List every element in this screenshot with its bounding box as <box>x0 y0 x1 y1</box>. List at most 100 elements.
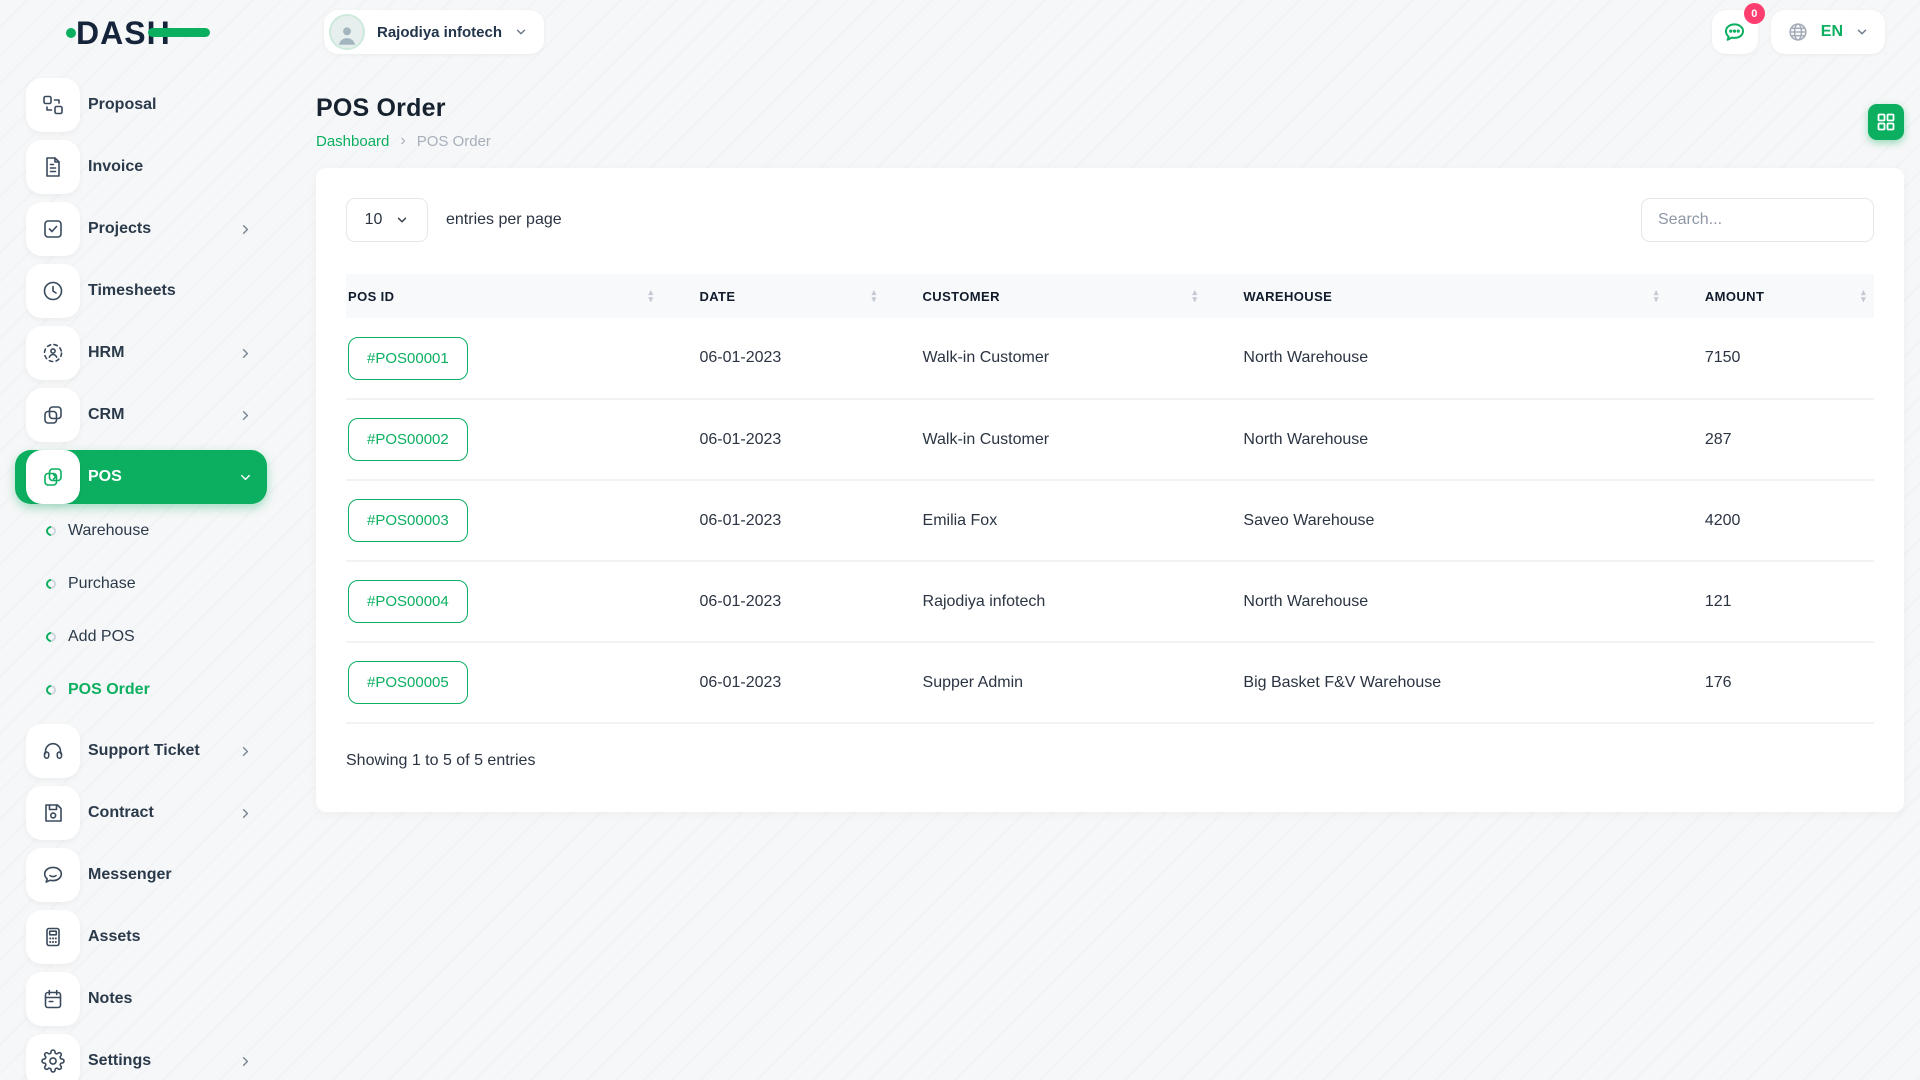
sort-icon: ▴ ▾ <box>1192 287 1198 304</box>
sidebar-subitem-warehouse[interactable]: Warehouse <box>0 504 284 557</box>
sidebar-item-label: Proposal <box>88 96 157 113</box>
pos-order-table: POS ID ▴ ▾ DATE ▴ ▾ CUSTOMER ▴ ▾ WAREHOUSE ▴ ▾ AMOUN… <box>346 274 1874 724</box>
column-header-amount[interactable]: AMOUNT ▴ ▾ <box>1702 274 1874 318</box>
cell-customer: Emilia Fox <box>920 480 1242 562</box>
sidebar-item-pos[interactable]: POS <box>15 450 267 504</box>
column-header-pos-id[interactable]: POS ID ▴ ▾ <box>346 274 698 318</box>
brand-logo[interactable]: DASH <box>0 11 284 53</box>
sidebar-item-label: Notes <box>88 990 133 1007</box>
sidebar-item-label: Contract <box>88 804 154 821</box>
pos-order-card: 10 entries per page POS ID▴▾DATE▴▾CUSTOM… <box>316 168 1904 812</box>
chevron-right-icon <box>238 806 253 821</box>
cell-date: 06-01-2023 <box>697 318 921 400</box>
search-input[interactable] <box>1641 198 1874 242</box>
sidebar-item-crm[interactable]: CRM <box>15 388 267 442</box>
entries-per-page-select[interactable]: 10 <box>346 198 428 242</box>
language-label: EN <box>1820 23 1843 40</box>
table-head: POS ID ▴ ▾ DATE ▴ ▾ CUSTOMER ▴ ▾ WAREHOUSE ▴ ▾ AMOUN… <box>346 274 1874 318</box>
chevron-right-icon <box>238 744 253 759</box>
table-body: #POS00001 06-01-2023 Walk-in Customer North… <box>346 318 1874 724</box>
messages-button[interactable]: 0 <box>1711 3 1765 54</box>
sort-icon: ▴ ▾ <box>1861 287 1866 304</box>
chat-badge: 0 <box>1743 3 1765 24</box>
cell-pos-id: #POS00005 <box>346 642 698 724</box>
chevron-right-icon <box>238 346 253 361</box>
cell-pos-id: #POS00001 <box>346 318 698 400</box>
sidebar-item-label: Settings <box>88 1052 152 1069</box>
chevron-down-icon <box>516 29 526 35</box>
sidebar-item-projects[interactable]: Projects <box>15 202 267 256</box>
hrm-icon <box>26 326 80 380</box>
sidebar-item-contract[interactable]: Contract <box>15 786 267 840</box>
invoice-icon <box>26 140 80 194</box>
chevron-right-icon <box>238 1054 253 1069</box>
cell-customer: Walk-in Customer <box>920 399 1242 481</box>
pos-id-badge[interactable]: #POS00003 <box>348 499 468 542</box>
chat-icon <box>1725 22 1745 41</box>
workspace-name: Rajodiya infotech <box>377 23 503 41</box>
sidebar-subitem-label: Warehouse <box>68 521 150 539</box>
pos-id-badge[interactable]: #POS00005 <box>348 661 468 704</box>
page-head-left: POS Order Dashboard › POS Order <box>316 94 491 150</box>
bullet-icon <box>43 682 59 697</box>
cell-amount: 176 <box>1702 642 1874 724</box>
notes-icon <box>26 972 80 1026</box>
globe-icon <box>1789 23 1807 41</box>
bullet-icon <box>43 576 59 591</box>
sidebar-item-label: HRM <box>88 344 125 361</box>
breadcrumb-dashboard-link[interactable]: Dashboard <box>316 133 389 150</box>
sidebar-item-settings[interactable]: Settings <box>15 1034 267 1080</box>
sidebar-item-label: POS <box>88 468 122 485</box>
sidebar-subitem-label: POS Order <box>68 680 150 698</box>
pos-id-badge[interactable]: #POS00004 <box>348 580 468 623</box>
sidebar-item-label: Support Ticket <box>88 742 200 759</box>
sidebar-subitem-pos-order[interactable]: POS Order <box>0 663 284 716</box>
sidebar-item-notes[interactable]: Notes <box>15 972 267 1026</box>
sidebar-item-proposal[interactable]: Proposal <box>15 78 267 132</box>
breadcrumb: Dashboard › POS Order <box>316 132 491 150</box>
table-header-row: POS ID ▴ ▾ DATE ▴ ▾ CUSTOMER ▴ ▾ WAREHOUSE ▴ ▾ AMOUN… <box>346 274 1874 318</box>
header-actions: 0 EN <box>1711 3 1885 54</box>
cell-amount: 121 <box>1702 561 1874 643</box>
column-header-date[interactable]: DATE ▴ ▾ <box>697 274 921 318</box>
bullet-icon <box>43 629 59 644</box>
sidebar-item-label: Invoice <box>88 158 144 175</box>
sidebar-item-label: Assets <box>88 928 141 945</box>
pos-id-badge[interactable]: #POS00002 <box>348 418 468 461</box>
bullet-icon <box>43 523 59 538</box>
column-header-warehouse[interactable]: WAREHOUSE ▴ ▾ <box>1241 274 1703 318</box>
settings-icon <box>26 1034 80 1080</box>
sort-icon: ▴ ▾ <box>1653 287 1659 304</box>
column-header-customer[interactable]: CUSTOMER ▴ ▾ <box>920 274 1242 318</box>
table-row: #POS00003 06-01-2023 Emilia Fox Saveo Wareh… <box>346 480 1874 562</box>
sidebar-item-assets[interactable]: Assets <box>15 910 267 964</box>
top-header: DASH Rajodiya infotech 0 EN <box>0 0 1920 64</box>
pos-id-badge[interactable]: #POS00001 <box>348 336 468 380</box>
grid-icon <box>1877 113 1895 131</box>
support-ticket-icon <box>26 724 80 778</box>
table-footer-status: Showing 1 to 5 of 5 entries <box>346 752 536 769</box>
cell-warehouse: North Warehouse <box>1241 318 1703 400</box>
sidebar-item-hrm[interactable]: HRM <box>15 326 267 380</box>
table-row: #POS00004 06-01-2023 Rajodiya infotech Nort… <box>346 561 1874 643</box>
sidebar-subitem-add-pos[interactable]: Add POS <box>0 610 284 663</box>
sidebar-item-timesheets[interactable]: Timesheets <box>15 264 267 318</box>
sidebar-subitem-label: Add POS <box>68 627 135 645</box>
cell-warehouse: North Warehouse <box>1241 399 1703 481</box>
sidebar-subitem-purchase[interactable]: Purchase <box>0 557 284 610</box>
sidebar-menu: Proposal Invoice Projects Timesheets HRM CRM P… <box>0 78 284 1080</box>
sidebar-item-support-ticket[interactable]: Support Ticket <box>15 724 267 778</box>
sidebar-item-label: Timesheets <box>88 282 176 299</box>
avatar <box>329 14 365 50</box>
column-label: CUSTOMER <box>922 288 1000 304</box>
workspace-selector[interactable]: Rajodiya infotech <box>324 10 545 54</box>
sidebar-item-label: CRM <box>88 406 125 423</box>
chevron-right-icon <box>238 408 253 423</box>
language-selector[interactable]: EN <box>1770 10 1885 54</box>
grid-view-button[interactable] <box>1868 104 1904 140</box>
sidebar-item-messenger[interactable]: Messenger <box>15 848 267 902</box>
cell-customer: Supper Admin <box>920 642 1242 724</box>
cell-date: 06-01-2023 <box>697 480 921 562</box>
sidebar-item-invoice[interactable]: Invoice <box>15 140 267 194</box>
messenger-icon <box>26 848 80 902</box>
